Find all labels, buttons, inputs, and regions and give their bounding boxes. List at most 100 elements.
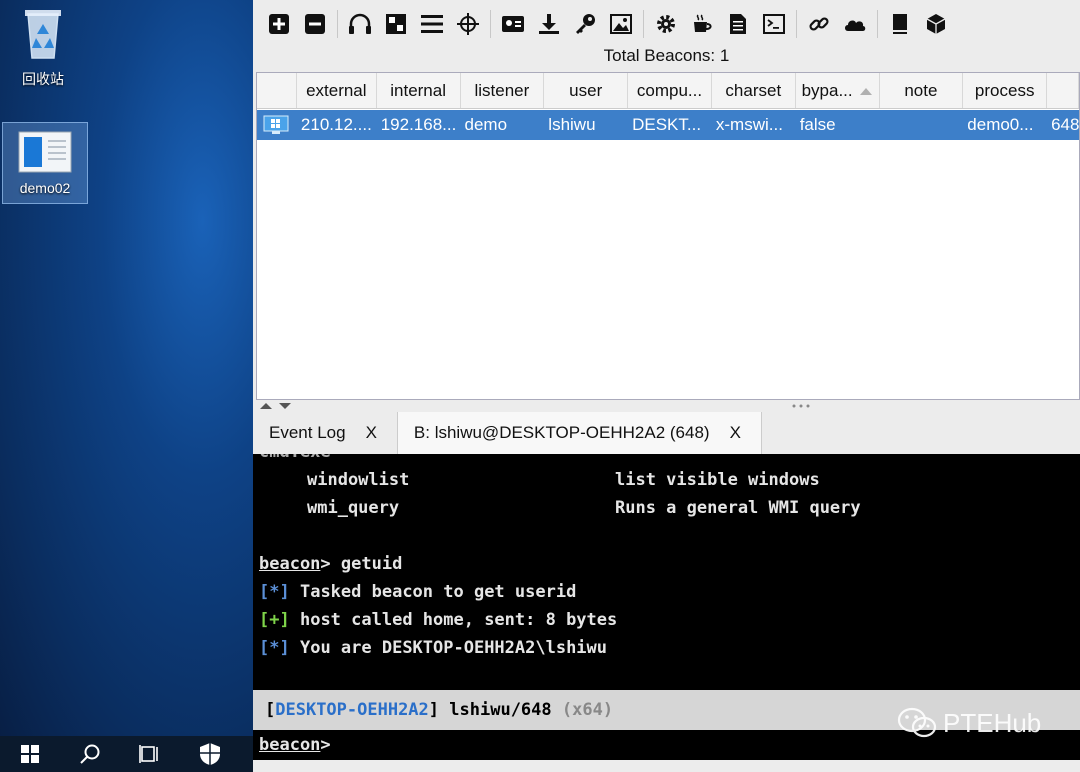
screenshots-button[interactable] — [603, 6, 639, 42]
links-button[interactable] — [801, 6, 837, 42]
key-icon — [576, 14, 595, 34]
console-output-line: [*] You are DESKTOP-OEHH2A2\lshiwu — [259, 638, 607, 658]
cell-bypass: false — [799, 115, 836, 134]
cell-user: lshiwu — [548, 115, 596, 134]
column-header-listener[interactable]: listener — [461, 73, 545, 108]
cell-note — [879, 110, 963, 140]
console-output-line: [*] Tasked beacon to get userid — [259, 582, 576, 602]
recycle-bin-label: 回收站 — [22, 71, 64, 87]
status-host: DESKTOP-OEHH2A2 — [275, 700, 429, 720]
splitter-arrows-icon — [260, 403, 291, 409]
tab-beacon-session[interactable]: B: lshiwu@DESKTOP-OEHH2A2 (648) X — [396, 412, 762, 454]
output-text: Tasked beacon to get userid — [299, 582, 577, 602]
column-header-icon[interactable] — [257, 73, 297, 108]
graph-icon — [386, 14, 406, 34]
credentials-button[interactable] — [495, 6, 531, 42]
plus-icon — [269, 14, 289, 34]
console-button[interactable] — [756, 6, 792, 42]
cell-computer: DESKT... — [632, 115, 702, 134]
column-header-computer[interactable]: compu... — [628, 73, 712, 108]
image-icon — [610, 14, 632, 34]
toolbar — [253, 0, 1080, 48]
search-button[interactable] — [60, 736, 120, 772]
session-table-button[interactable] — [414, 6, 450, 42]
table-row[interactable]: 210.12.... 192.168... demo lshiwu DESKT.… — [257, 110, 1079, 140]
start-button[interactable] — [0, 736, 60, 772]
task-view-button[interactable] — [120, 736, 180, 772]
info-tag: [*] — [259, 582, 290, 602]
cell-listener: demo — [464, 115, 508, 134]
coffee-cup-icon — [694, 14, 712, 32]
executable-icon — [18, 131, 72, 173]
input-prompt-word: beacon — [259, 735, 321, 755]
disconnect-button[interactable] — [297, 6, 333, 42]
demo02-label: demo02 — [19, 180, 71, 196]
link-icon — [809, 17, 829, 31]
info-tag: [*] — [259, 638, 290, 658]
bottom-strip — [253, 760, 1080, 772]
toolbar-separator — [337, 10, 338, 38]
cell-external: 210.12.... — [300, 115, 372, 134]
targets-button[interactable] — [450, 6, 486, 42]
sort-ascending-icon — [859, 87, 872, 95]
column-header-external[interactable]: external — [297, 73, 377, 108]
script-manager-button[interactable] — [720, 6, 756, 42]
id-card-icon — [502, 16, 524, 32]
column-header-charset[interactable]: charset — [712, 73, 796, 108]
tab-event-log[interactable]: Event Log X — [253, 412, 397, 454]
minus-icon — [305, 14, 325, 34]
output-text: host called home, sent: 8 bytes — [299, 610, 618, 630]
security-button[interactable] — [180, 736, 240, 772]
column-header-bypass[interactable]: bypa... — [796, 73, 880, 108]
console-partial-line: cmd.exe — [259, 454, 331, 462]
status-arch: (x64) — [561, 700, 614, 720]
tab-bar: Event Log X B: lshiwu@DESKTOP-OEHH2A2 (6… — [253, 412, 1080, 454]
column-header-bypass-label: bypa... — [801, 80, 853, 100]
prompt-command: > getuid — [320, 554, 403, 574]
pivot-graph-button[interactable] — [378, 6, 414, 42]
table-header: external internal listener user compu...… — [257, 73, 1079, 109]
cube-icon — [926, 14, 946, 34]
console-help-desc: Runs a general WMI query — [615, 498, 861, 518]
pane-splitter[interactable] — [253, 400, 1080, 412]
keystrokes-button[interactable] — [567, 6, 603, 42]
listeners-button[interactable] — [342, 6, 378, 42]
new-connection-button[interactable] — [261, 6, 297, 42]
column-header-user[interactable]: user — [544, 73, 629, 108]
payload-generator-button[interactable] — [648, 6, 684, 42]
column-header-pid[interactable] — [1047, 73, 1079, 108]
windows-icon — [21, 745, 39, 763]
prompt-word: beacon — [259, 554, 321, 574]
input-prompt-suffix: > — [320, 735, 331, 755]
gear-icon — [657, 15, 675, 33]
help-button[interactable] — [882, 6, 918, 42]
cloud-button[interactable] — [837, 6, 873, 42]
shield-icon — [200, 743, 220, 765]
windows-computer-icon — [263, 115, 289, 134]
downloads-button[interactable] — [531, 6, 567, 42]
recycle-bin[interactable]: 回收站 — [0, 4, 86, 89]
column-header-process[interactable]: process — [963, 73, 1048, 108]
console-help-cmd: wmi_query — [307, 498, 400, 518]
toolbar-separator — [796, 10, 797, 38]
console-help-cmd: windowlist — [307, 470, 410, 490]
success-tag: [+] — [259, 610, 290, 630]
wechat-icon — [897, 707, 937, 738]
tab-event-log-label: Event Log — [269, 423, 346, 442]
beacon-console[interactable]: cmd.exe windowlist list visible windows … — [253, 454, 1080, 690]
list-icon — [421, 15, 443, 33]
column-header-internal[interactable]: internal — [377, 73, 461, 108]
java-attack-button[interactable] — [684, 6, 720, 42]
toolbar-separator — [490, 10, 491, 38]
task-view-icon — [139, 745, 158, 763]
about-button[interactable] — [918, 6, 954, 42]
console-output-line: [+] host called home, sent: 8 bytes — [259, 610, 617, 630]
document-icon — [730, 14, 746, 34]
client-window: Total Beacons: 1 external internal liste… — [253, 0, 1080, 772]
tab-event-log-close[interactable]: X — [366, 423, 377, 443]
tab-beacon-session-close[interactable]: X — [730, 423, 741, 443]
demo02-file[interactable]: demo02 — [2, 122, 88, 204]
toolbar-separator — [643, 10, 644, 38]
status-bracket: ] — [428, 700, 440, 720]
column-header-note[interactable]: note — [880, 73, 964, 108]
